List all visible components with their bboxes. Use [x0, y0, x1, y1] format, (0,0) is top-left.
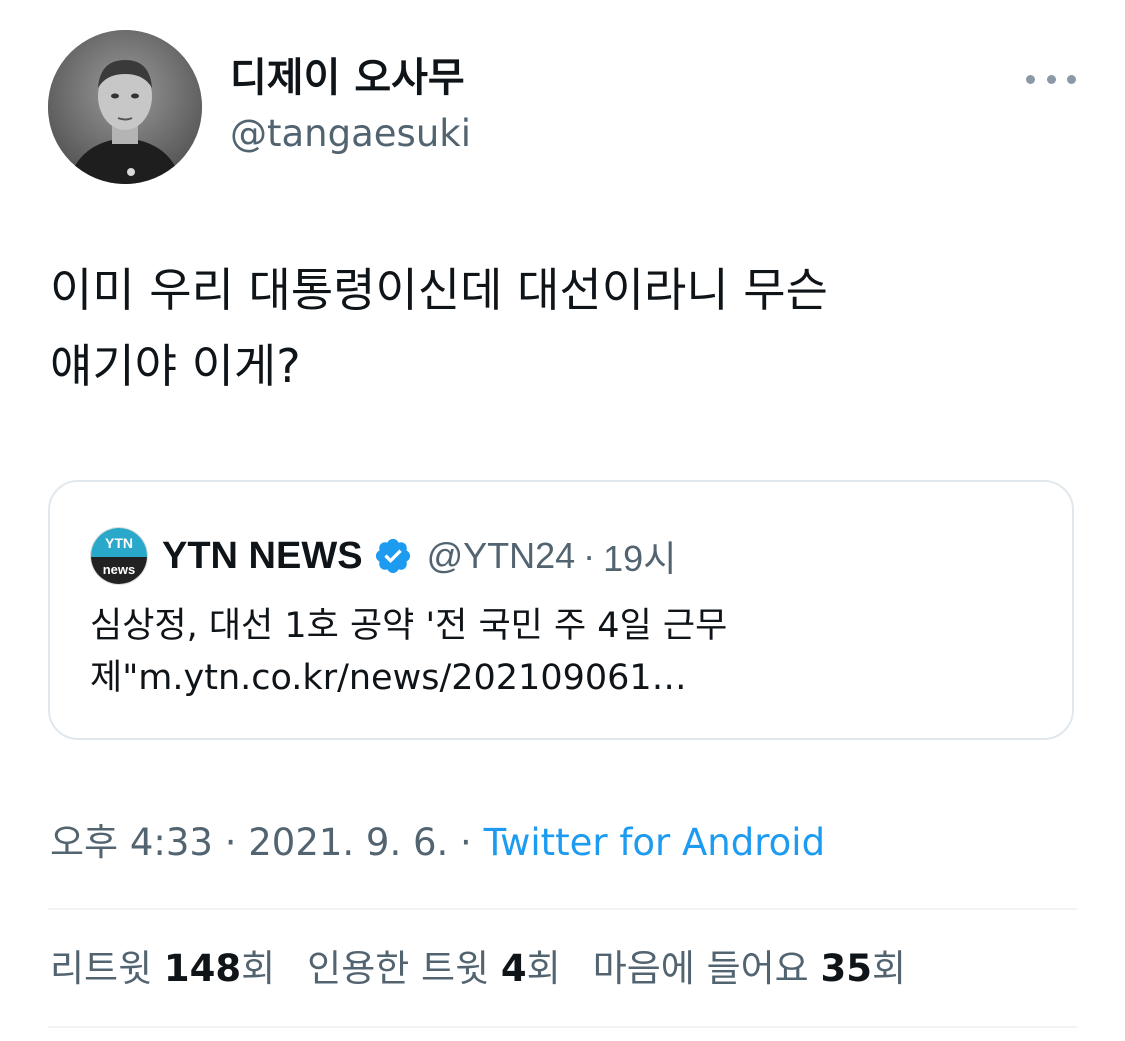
quoted-text-line: 심상정, 대선 1호 공약 '전 국민 주 4일 근무	[90, 606, 728, 646]
tweet-date[interactable]: 2021. 9. 6.	[248, 821, 448, 864]
tweet-text-line: 이미 우리 대통령이신데 대선이라니 무슨	[50, 263, 828, 317]
quoted-author-handle[interactable]: @YTN24	[427, 535, 576, 577]
author-display-name[interactable]: 디제이 오사무	[230, 52, 465, 104]
divider	[48, 908, 1077, 910]
ytn-logo-top: YTN	[91, 528, 147, 558]
quotes-label: 인용한 트윗	[307, 947, 501, 990]
retweets-stat[interactable]: 리트윗 148회	[50, 944, 275, 994]
tweet-time[interactable]: 오후 4:33	[50, 821, 213, 864]
author-handle[interactable]: @tangaesuki	[230, 110, 471, 158]
author-avatar[interactable]	[48, 30, 202, 184]
ytn-logo-bottom: news	[91, 557, 147, 584]
tweet-source-link[interactable]: Twitter for Android	[484, 821, 825, 864]
retweets-count: 148	[163, 947, 242, 990]
more-dot-icon	[1026, 74, 1035, 84]
tweet-stats: 리트윗 148회 인용한 트윗 4회 마음에 들어요 35회	[50, 944, 938, 994]
quoted-tweet-time[interactable]: 19시	[603, 530, 676, 582]
quotes-suffix: 회	[526, 947, 561, 990]
separator-dot: ·	[212, 821, 249, 864]
separator-dot: ·	[583, 535, 596, 576]
more-dot-icon	[1046, 74, 1056, 84]
divider	[48, 1026, 1077, 1028]
tweet-text-line: 얘기야 이게?	[50, 339, 301, 393]
quoted-tweet-card[interactable]: YTN news YTN NEWS @YTN24 · 19시 심상정, 대선 1…	[48, 480, 1074, 740]
tweet-text: 이미 우리 대통령이신데 대선이라니 무슨 얘기야 이게?	[50, 252, 1080, 404]
quotes-count: 4	[500, 947, 527, 990]
likes-stat[interactable]: 마음에 들어요 35회	[593, 944, 906, 994]
more-options-button[interactable]	[1026, 64, 1076, 94]
likes-label: 마음에 들어요	[592, 947, 821, 990]
quoted-tweet-text: 심상정, 대선 1호 공약 '전 국민 주 4일 근무 제"m.ytn.co.k…	[90, 600, 1050, 704]
quoted-tweet-header: YTN news YTN NEWS @YTN24 · 19시	[90, 526, 676, 586]
profile-photo	[48, 30, 202, 184]
quotes-stat[interactable]: 인용한 트윗 4회	[307, 944, 561, 994]
ytn-avatar[interactable]: YTN news	[90, 527, 148, 585]
retweets-suffix: 회	[241, 947, 276, 990]
quoted-text-line: 제"m.ytn.co.kr/news/202109061…	[90, 658, 687, 698]
likes-suffix: 회	[871, 947, 907, 990]
verified-badge-icon	[375, 538, 410, 574]
retweets-label: 리트윗	[50, 947, 164, 990]
separator-dot: ·	[448, 821, 484, 864]
likes-count: 35	[820, 947, 872, 990]
tweet-meta: 오후 4:33 · 2021. 9. 6. · Twitter for Andr…	[50, 818, 825, 868]
quoted-author-name[interactable]: YTN NEWS	[162, 535, 363, 578]
more-dot-icon	[1067, 74, 1076, 84]
